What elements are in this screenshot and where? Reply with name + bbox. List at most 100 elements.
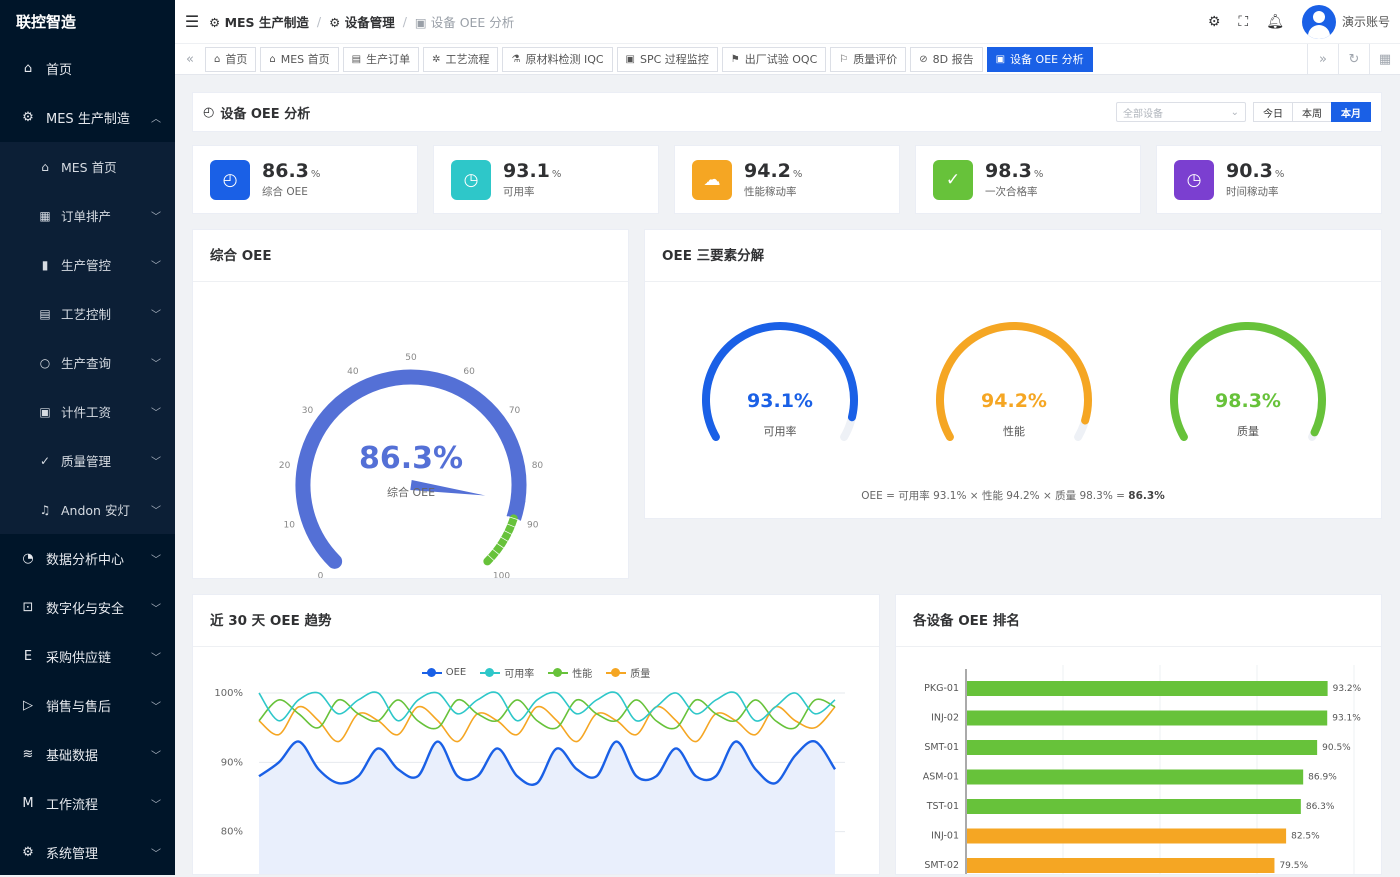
sidebar-subitem[interactable]: ♫ Andon 安灯 ﹀: [0, 485, 175, 534]
sidebar-subitem[interactable]: ▤ 工艺控制 ﹀: [0, 289, 175, 338]
trend-oee-area: [259, 741, 835, 874]
ring-label: 可用率: [764, 424, 797, 438]
sidebar-subitem[interactable]: ▣ 计件工资 ﹀: [0, 387, 175, 436]
kpi-value: 93.1: [503, 160, 550, 182]
oee-gauge-panel: 综合 OEE 0 10 20 30 40 50 60 70 80 90 100 86.3% 综合 OEE: [192, 229, 629, 579]
gear-icon: ⚙: [22, 845, 34, 860]
kpi-card: ☁ 94.2% 性能稼动率: [674, 145, 900, 214]
gauge-tick-label: 70: [509, 406, 521, 416]
sidebar-subitem[interactable]: ⌂ MES 首页: [0, 142, 175, 191]
cloud-icon: ☁: [692, 159, 732, 200]
sidebar-bottom-items: ◔ 数据分析中心 ﹀ ⊡ 数字化与安全 ﹀ E 采购供应链 ﹀ ▷ 销售与售后 ﹀ ≋ 基础数据 ﹀ M 工作流…: [0, 534, 175, 877]
breadcrumb-item-mes[interactable]: ⚙ MES 生产制造: [209, 12, 309, 31]
legend-item[interactable]: 质量: [606, 665, 650, 680]
gear-icon[interactable]: ⚙: [1208, 14, 1221, 30]
kpi-value: 90.3: [1226, 160, 1273, 182]
tab-item[interactable]: ⚗ 原材料检测 IQC: [502, 46, 613, 72]
equipment-select[interactable]: 全部设备 ⌄: [1116, 102, 1246, 122]
tab-item[interactable]: ⌂ MES 首页: [260, 46, 339, 72]
breadcrumb-item-equipment[interactable]: ⚙ 设备管理: [329, 12, 395, 31]
sidebar-item-mes[interactable]: ⚙ MES 生产制造 ︿: [0, 93, 175, 142]
sidebar-item[interactable]: ≋ 基础数据 ﹀: [0, 730, 175, 779]
kpi-unit: %: [551, 169, 562, 180]
trend-y-tick: 100%: [214, 688, 243, 699]
tab-item[interactable]: ▤ 生产订单: [342, 46, 420, 72]
tab-icon: ⚐: [839, 53, 849, 65]
legend-item[interactable]: 性能: [548, 665, 592, 680]
sidebar-item-label: 数字化与安全: [46, 602, 125, 617]
tab-tools: » ↻ ▦: [1307, 43, 1400, 75]
tab-item[interactable]: ▣ SPC 过程监控: [616, 46, 718, 72]
rank-category-label: INJ-02: [931, 713, 959, 724]
ring-value-arc: [1170, 322, 1326, 441]
chip-icon: ⚙: [22, 110, 34, 125]
refresh-icon[interactable]: ↻: [1338, 43, 1369, 75]
tab-item[interactable]: ▣ 设备 OEE 分析: [986, 46, 1093, 72]
tab-icon: ⌂: [269, 53, 276, 65]
sidebar-item-label: 数据分析中心: [46, 553, 125, 568]
range-today-button[interactable]: 今日: [1253, 102, 1293, 122]
tab-icon: ⊘: [919, 53, 928, 65]
dashboard-icon: ◴: [210, 159, 250, 200]
sidebar-item-label: 基础数据: [46, 749, 99, 764]
chevron-down-icon: ﹀: [151, 506, 161, 517]
range-week-button[interactable]: 本周: [1292, 102, 1332, 122]
range-month-button[interactable]: 本月: [1331, 102, 1371, 122]
avatar[interactable]: [1301, 4, 1336, 39]
tab-label: 8D 报告: [932, 53, 974, 66]
tabs-list: ⌂ 首页 ⌂ MES 首页 ▤ 生产订单 ✲ 工艺流程 ⚗ 原材料检测 IQC ▣ SPC 过程监控 ⚑…: [205, 46, 1097, 72]
tab-item[interactable]: ⚑ 出厂试验 OQC: [721, 46, 827, 72]
tab-label: 生产订单: [366, 53, 411, 66]
wage-icon: ▣: [39, 404, 51, 419]
sidebar-item-label: 计件工资: [61, 405, 112, 420]
sidebar-item[interactable]: E 采购供应链 ﹀: [0, 632, 175, 681]
menu-toggle-icon[interactable]: ☰: [175, 12, 209, 31]
rank-value-label: 86.9%: [1308, 773, 1337, 783]
bell-icon[interactable]: 🔔︎: [1266, 14, 1284, 30]
gauge-label: 综合 OEE: [387, 485, 435, 499]
tabs-scroll-left-icon[interactable]: «: [175, 52, 205, 67]
rank-bar: [967, 710, 1328, 726]
sidebar-subitem[interactable]: ▮ 生产管控 ﹀: [0, 240, 175, 289]
search-icon: ○: [39, 355, 51, 370]
tab-icon: ⚗: [511, 53, 521, 65]
sidebar-item-home[interactable]: ⌂ 首页: [0, 44, 175, 93]
sidebar-subitem[interactable]: ▦ 订单排产 ﹀: [0, 191, 175, 240]
tabs-scroll-right-icon[interactable]: »: [1307, 43, 1338, 75]
purchase-icon: E: [23, 649, 33, 664]
sidebar-item-label: MES 生产制造: [46, 112, 130, 127]
tab-item[interactable]: ⚐ 质量评价: [830, 46, 907, 72]
legend-item[interactable]: OEE: [421, 665, 466, 680]
fullscreen-icon[interactable]: ⛶: [1238, 14, 1248, 30]
sidebar-item-label: 工作流程: [46, 798, 99, 813]
sidebar-item-label: 质量管理: [61, 454, 112, 469]
gauge-tick-label: 50: [405, 353, 417, 363]
kpi-value-row: 94.2%: [744, 160, 802, 182]
tab-item[interactable]: ⌂ 首页: [205, 46, 257, 72]
sidebar-item[interactable]: ⊡ 数字化与安全 ﹀: [0, 583, 175, 632]
rank-category-label: SMT-01: [924, 742, 959, 753]
tab-icon: ▤: [351, 53, 362, 65]
tab-item[interactable]: ✲ 工艺流程: [423, 46, 499, 72]
sidebar-subitem[interactable]: ✓ 质量管理 ﹀: [0, 436, 175, 485]
tab-label: 工艺流程: [445, 53, 490, 66]
oee-trend-panel: 近 30 天 OEE 趋势 OEE可用率性能质量 100%90%80%70%: [192, 594, 880, 875]
sidebar-item-label: 销售与售后: [46, 700, 112, 715]
sidebar-item[interactable]: ▷ 销售与售后 ﹀: [0, 681, 175, 730]
grid-icon[interactable]: ▦: [1369, 43, 1400, 75]
sidebar-item[interactable]: ◔ 数据分析中心 ﹀: [0, 534, 175, 583]
kpi-text: 93.1% 可用率: [503, 160, 561, 199]
tab-item[interactable]: ⊘ 8D 报告: [910, 46, 983, 72]
clock-icon: ◷: [1174, 159, 1214, 200]
sidebar-item-label: MES 首页: [61, 160, 117, 175]
sidebar-item[interactable]: ⚙ 系统管理 ﹀: [0, 828, 175, 877]
sidebar-item[interactable]: M 工作流程 ﹀: [0, 779, 175, 828]
breadcrumb: ⚙ MES 生产制造 / ⚙ 设备管理 / ▣ 设备 OEE 分析: [209, 12, 1208, 31]
tab-icon: ▣: [625, 53, 635, 65]
legend-dot: [485, 667, 495, 677]
rank-value-label: 93.1%: [1332, 714, 1361, 724]
username[interactable]: 演示账号: [1342, 13, 1390, 30]
brand-logo: 联控智造: [16, 13, 77, 31]
legend-item[interactable]: 可用率: [480, 665, 534, 680]
sidebar-subitem[interactable]: ○ 生产查询 ﹀: [0, 338, 175, 387]
